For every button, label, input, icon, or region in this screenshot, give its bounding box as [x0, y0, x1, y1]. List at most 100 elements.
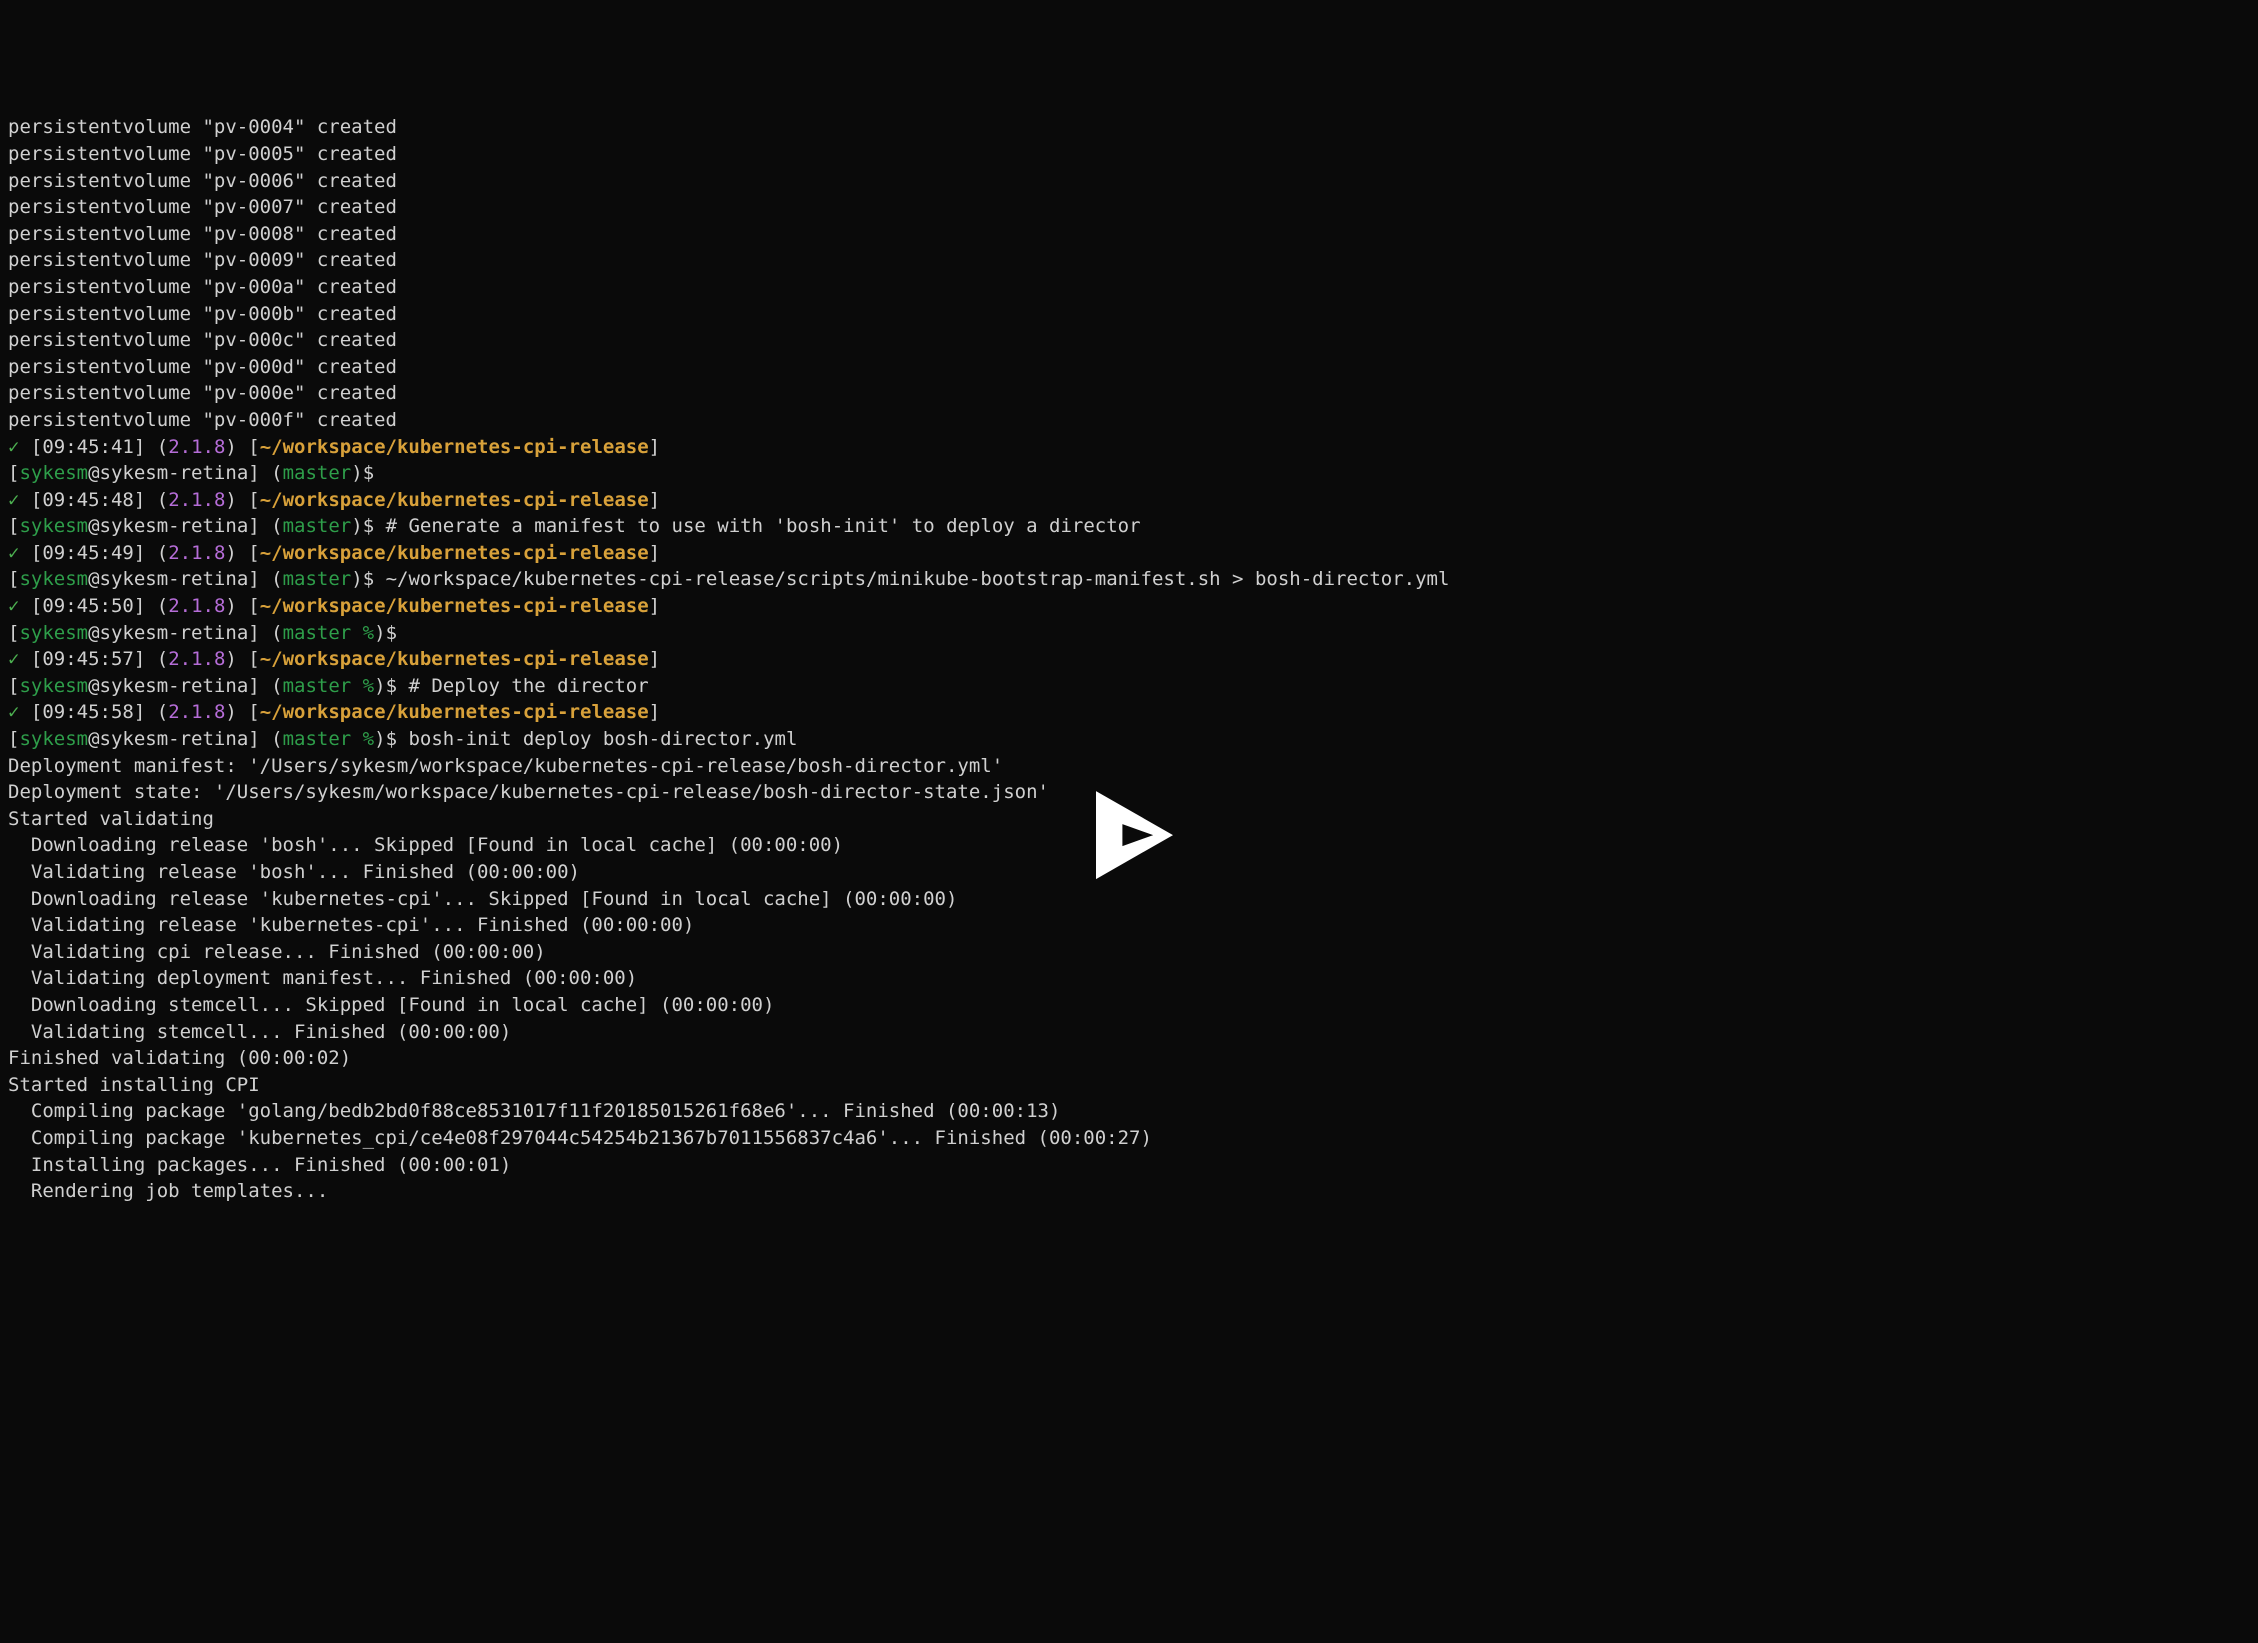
terminal-line: persistentvolume "pv-0008" created — [8, 221, 2250, 248]
prompt-user: sykesm — [19, 675, 88, 697]
output-text: persistentvolume "pv-0005" created — [8, 143, 397, 165]
terminal-line: [sykesm@sykesm-retina] (master)$ — [8, 460, 2250, 487]
prompt-branch: master — [283, 515, 352, 537]
output-text: Downloading release 'bosh'... Skipped [F… — [8, 834, 843, 856]
prompt-user: sykesm — [19, 462, 88, 484]
output-text: Validating stemcell... Finished (00:00:0… — [8, 1021, 511, 1043]
output-text: Deployment state: '/Users/sykesm/workspa… — [8, 781, 1049, 803]
prompt-time: [09:45:41] — [31, 436, 157, 458]
output-text: persistentvolume "pv-000d" created — [8, 356, 397, 378]
prompt-dollar: $ — [363, 568, 386, 590]
check-icon: ✓ — [8, 595, 31, 617]
prompt-dollar: $ — [386, 622, 409, 644]
prompt-host: sykesm-retina — [100, 622, 249, 644]
output-text: Compiling package 'kubernetes_cpi/ce4e08… — [8, 1127, 1152, 1149]
output-text: persistentvolume "pv-0006" created — [8, 170, 397, 192]
terminal-line: [sykesm@sykesm-retina] (master)$ ~/works… — [8, 566, 2250, 593]
prompt-user: sykesm — [19, 568, 88, 590]
prompt-path: ~/workspace/kubernetes-cpi-release — [260, 701, 649, 723]
prompt-version: 2.1.8 — [168, 436, 225, 458]
terminal-line: Validating stemcell... Finished (00:00:0… — [8, 1019, 2250, 1046]
command-text: # Generate a manifest to use with 'bosh-… — [386, 515, 1141, 537]
prompt-dollar: $ — [363, 462, 386, 484]
prompt-time: [09:45:50] — [31, 595, 157, 617]
terminal-line: [sykesm@sykesm-retina] (master %)$ — [8, 620, 2250, 647]
play-button[interactable] — [1074, 727, 1184, 917]
terminal-line: [sykesm@sykesm-retina] (master)$ # Gener… — [8, 513, 2250, 540]
check-icon: ✓ — [8, 542, 31, 564]
output-text: persistentvolume "pv-0004" created — [8, 116, 397, 138]
prompt-dirty-flag: % — [351, 622, 374, 644]
prompt-version: 2.1.8 — [168, 595, 225, 617]
prompt-path: ~/workspace/kubernetes-cpi-release — [260, 648, 649, 670]
prompt-host: sykesm-retina — [100, 568, 249, 590]
terminal-line: Installing packages... Finished (00:00:0… — [8, 1152, 2250, 1179]
prompt-version: 2.1.8 — [168, 701, 225, 723]
terminal-line: Started installing CPI — [8, 1072, 2250, 1099]
prompt-host: sykesm-retina — [100, 675, 249, 697]
output-text: Validating deployment manifest... Finish… — [8, 967, 637, 989]
terminal-line: persistentvolume "pv-000d" created — [8, 354, 2250, 381]
prompt-host: sykesm-retina — [100, 515, 249, 537]
terminal-line: ✓ [09:45:57] (2.1.8) [~/workspace/kubern… — [8, 646, 2250, 673]
prompt-dollar: $ — [386, 675, 409, 697]
prompt-version: 2.1.8 — [168, 648, 225, 670]
terminal-line: ✓ [09:45:58] (2.1.8) [~/workspace/kubern… — [8, 699, 2250, 726]
output-text: Finished validating (00:00:02) — [8, 1047, 351, 1069]
prompt-time: [09:45:49] — [31, 542, 157, 564]
terminal-line: persistentvolume "pv-000a" created — [8, 274, 2250, 301]
terminal-line: persistentvolume "pv-0007" created — [8, 194, 2250, 221]
output-text: persistentvolume "pv-000f" created — [8, 409, 397, 431]
prompt-path: ~/workspace/kubernetes-cpi-release — [260, 436, 649, 458]
prompt-user: sykesm — [19, 728, 88, 750]
terminal-line: Finished validating (00:00:02) — [8, 1045, 2250, 1072]
terminal-line: Downloading stemcell... Skipped [Found i… — [8, 992, 2250, 1019]
prompt-path: ~/workspace/kubernetes-cpi-release — [260, 595, 649, 617]
prompt-path: ~/workspace/kubernetes-cpi-release — [260, 489, 649, 511]
output-text: persistentvolume "pv-000b" created — [8, 303, 397, 325]
output-text: persistentvolume "pv-000e" created — [8, 382, 397, 404]
terminal-line: Validating deployment manifest... Finish… — [8, 965, 2250, 992]
prompt-host: sykesm-retina — [100, 728, 249, 750]
prompt-branch: master — [283, 462, 352, 484]
output-text: Downloading release 'kubernetes-cpi'... … — [8, 888, 957, 910]
prompt-dollar: $ — [363, 515, 386, 537]
terminal-line: ✓ [09:45:50] (2.1.8) [~/workspace/kubern… — [8, 593, 2250, 620]
terminal-line: persistentvolume "pv-000b" created — [8, 301, 2250, 328]
prompt-time: [09:45:58] — [31, 701, 157, 723]
terminal-line: Validating cpi release... Finished (00:0… — [8, 939, 2250, 966]
output-text: persistentvolume "pv-000a" created — [8, 276, 397, 298]
terminal-output: persistentvolume "pv-0004" created persis… — [8, 114, 2250, 1204]
output-text: Started validating — [8, 808, 214, 830]
check-icon: ✓ — [8, 701, 31, 723]
command-text: # Deploy the director — [408, 675, 648, 697]
prompt-dirty-flag: % — [351, 675, 374, 697]
prompt-path: ~/workspace/kubernetes-cpi-release — [260, 542, 649, 564]
prompt-version: 2.1.8 — [168, 542, 225, 564]
prompt-branch: master — [283, 568, 352, 590]
output-text: persistentvolume "pv-0009" created — [8, 249, 397, 271]
terminal-line: Rendering job templates... — [8, 1178, 2250, 1205]
output-text: persistentvolume "pv-0008" created — [8, 223, 397, 245]
terminal-line: Compiling package 'kubernetes_cpi/ce4e08… — [8, 1125, 2250, 1152]
output-text: persistentvolume "pv-000c" created — [8, 329, 397, 351]
command-text: ~/workspace/kubernetes-cpi-release/scrip… — [386, 568, 1450, 590]
output-text: Rendering job templates... — [8, 1180, 328, 1202]
check-icon: ✓ — [8, 648, 31, 670]
prompt-time: [09:45:57] — [31, 648, 157, 670]
command-text: bosh-init deploy bosh-director.yml — [408, 728, 797, 750]
prompt-dollar: $ — [386, 728, 409, 750]
terminal-line: persistentvolume "pv-0006" created — [8, 168, 2250, 195]
terminal-line: persistentvolume "pv-0009" created — [8, 247, 2250, 274]
check-icon: ✓ — [8, 436, 31, 458]
output-text: Compiling package 'golang/bedb2bd0f88ce8… — [8, 1100, 1060, 1122]
output-text: Deployment manifest: '/Users/sykesm/work… — [8, 755, 1003, 777]
terminal-line: ✓ [09:45:41] (2.1.8) [~/workspace/kubern… — [8, 434, 2250, 461]
output-text: persistentvolume "pv-0007" created — [8, 196, 397, 218]
check-icon: ✓ — [8, 489, 31, 511]
output-text: Validating cpi release... Finished (00:0… — [8, 941, 546, 963]
terminal-line: persistentvolume "pv-000f" created — [8, 407, 2250, 434]
prompt-branch: master — [283, 622, 352, 644]
terminal-line: Compiling package 'golang/bedb2bd0f88ce8… — [8, 1098, 2250, 1125]
output-text: Downloading stemcell... Skipped [Found i… — [8, 994, 774, 1016]
